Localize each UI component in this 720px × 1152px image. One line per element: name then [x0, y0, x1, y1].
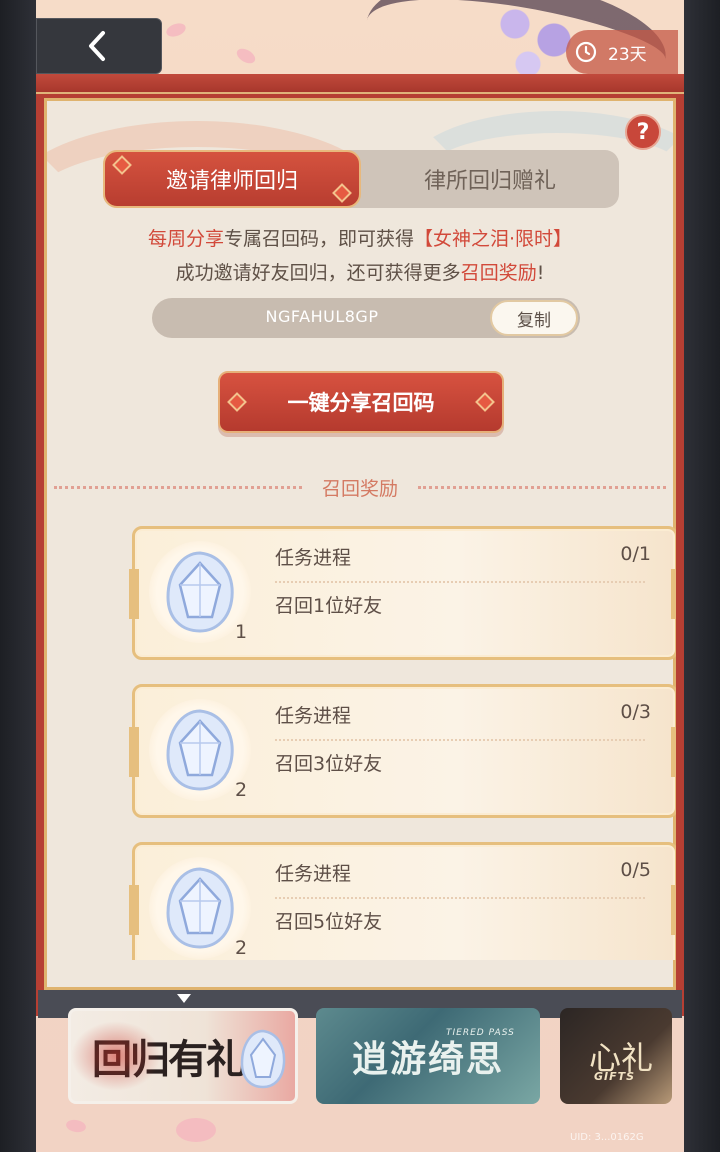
gem-icon: [166, 709, 234, 791]
brush-decoration: [71, 1021, 161, 1091]
task-description: 召回1位好友: [275, 595, 383, 617]
panel-top-frame: [36, 74, 684, 94]
task-list[interactable]: 1 任务进程 0/1 召回1位好友 2 任务进程 0/3 召回3位好友 2 任务…: [44, 98, 676, 960]
task-card: 1 任务进程 0/1 召回1位好友: [129, 526, 676, 660]
selected-banner-indicator-icon: [177, 994, 191, 1003]
divider: [275, 581, 645, 583]
task-progress: 0/3: [620, 701, 651, 723]
banner-return-gift[interactable]: 回归有礼: [68, 1008, 298, 1104]
flower-decoration: [176, 1118, 216, 1142]
petal-decoration: [164, 20, 188, 40]
task-progress: 0/5: [620, 859, 651, 881]
task-description: 召回5位好友: [275, 911, 383, 933]
divider: [275, 897, 645, 899]
task-description: 召回3位好友: [275, 753, 383, 775]
left-dark-edge: [0, 0, 36, 1152]
card-corner-ornament: [129, 727, 139, 777]
task-progress: 0/1: [620, 543, 651, 565]
task-label: 任务进程: [275, 547, 352, 569]
banner-subtitle: TIERED PASS: [446, 1028, 515, 1038]
right-dark-edge: [684, 0, 720, 1152]
card-corner-ornament: [671, 727, 676, 777]
card-corner-ornament: [129, 569, 139, 619]
reward-count: 1: [235, 621, 248, 643]
task-label: 任务进程: [275, 863, 352, 885]
reward-count: 2: [235, 779, 248, 801]
banner-subtitle: GIFTS: [594, 1070, 636, 1083]
gem-icon: [166, 867, 234, 949]
uid-text: UID: 3...0162G: [570, 1132, 644, 1143]
task-card: 2 任务进程 0/3 召回3位好友: [129, 684, 676, 818]
petal-decoration: [65, 1118, 87, 1134]
task-card: 2 任务进程 0/5 召回5位好友: [129, 842, 676, 960]
gem-icon: [166, 551, 234, 633]
reward-count: 2: [235, 937, 248, 959]
remaining-time-badge: 23天: [566, 30, 678, 74]
card-corner-ornament: [671, 885, 676, 935]
banner-gifts[interactable]: 心礼 GIFTS: [560, 1008, 672, 1104]
banner-tiered-pass[interactable]: TIERED PASS 逍游绮思: [316, 1008, 540, 1104]
clock-icon: [575, 41, 597, 63]
card-corner-ornament: [129, 885, 139, 935]
back-button[interactable]: [36, 18, 162, 74]
card-corner-ornament: [671, 569, 676, 619]
chevron-left-icon: [89, 31, 105, 61]
divider: [275, 739, 645, 741]
task-label: 任务进程: [275, 705, 352, 727]
petal-decoration: [234, 45, 258, 67]
gem-icon: [240, 1029, 286, 1089]
remaining-time-text: 23天: [608, 44, 647, 65]
